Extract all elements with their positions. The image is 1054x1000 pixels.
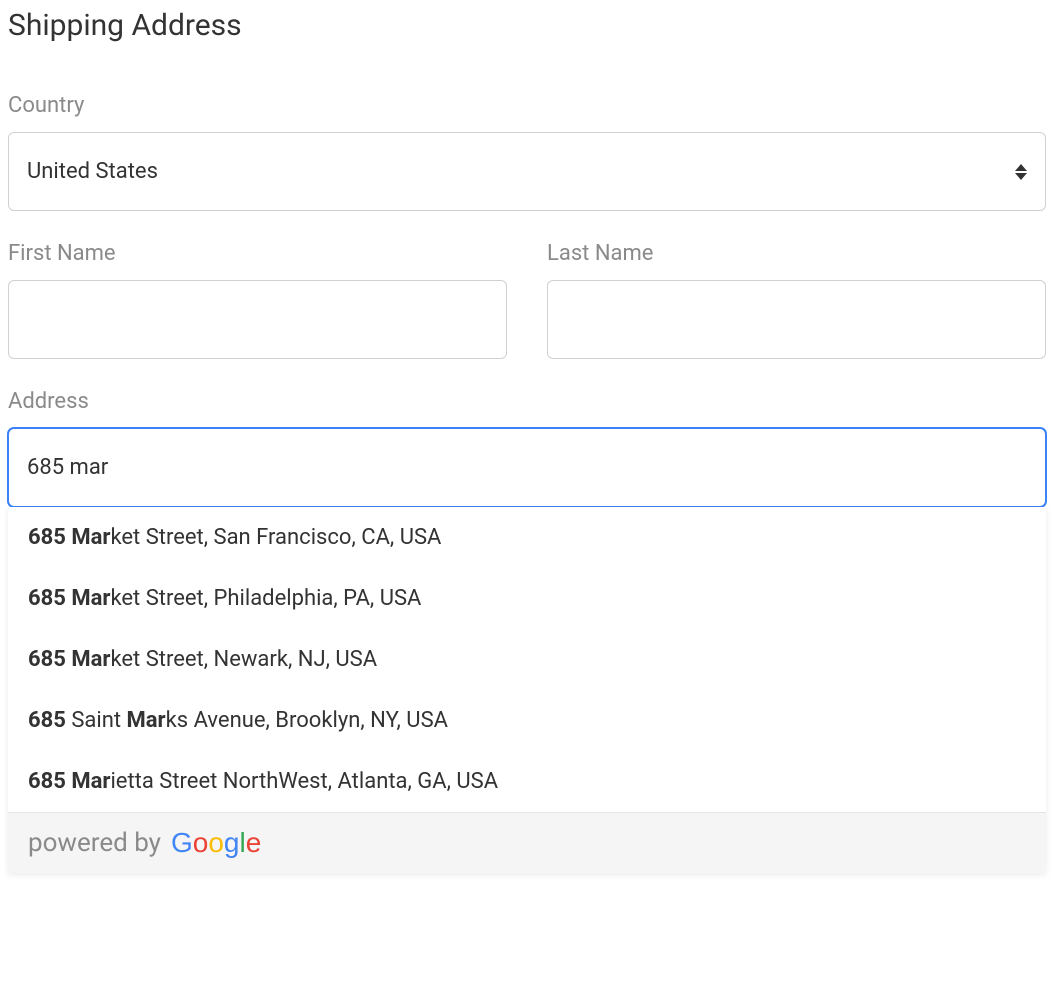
first-name-input[interactable]: [8, 280, 507, 359]
autocomplete-suggestion[interactable]: 685 Market Street, Newark, NJ, USA: [8, 629, 1046, 690]
last-name-label: Last Name: [547, 241, 1046, 266]
first-name-field: First Name: [8, 241, 507, 359]
country-label: Country: [8, 93, 1046, 118]
section-title: Shipping Address: [8, 8, 1046, 43]
address-field: Address 685 Market Street, San Francisco…: [8, 389, 1046, 507]
first-name-label: First Name: [8, 241, 507, 266]
address-label: Address: [8, 389, 1046, 414]
country-field: Country United States: [8, 93, 1046, 211]
select-sort-icon: [1015, 162, 1027, 182]
powered-by-attribution: powered by Google: [8, 812, 1046, 873]
address-autocomplete-dropdown: 685 Market Street, San Francisco, CA, US…: [8, 507, 1046, 873]
address-input[interactable]: [8, 428, 1046, 507]
last-name-input[interactable]: [547, 280, 1046, 359]
country-value: United States: [27, 159, 158, 184]
last-name-field: Last Name: [547, 241, 1046, 359]
autocomplete-suggestion[interactable]: 685 Marietta Street NorthWest, Atlanta, …: [8, 751, 1046, 812]
autocomplete-suggestion[interactable]: 685 Market Street, Philadelphia, PA, USA: [8, 568, 1046, 629]
google-logo: Google: [171, 827, 261, 859]
autocomplete-suggestion[interactable]: 685 Saint Marks Avenue, Brooklyn, NY, US…: [8, 690, 1046, 751]
autocomplete-suggestion[interactable]: 685 Market Street, San Francisco, CA, US…: [8, 507, 1046, 568]
country-select[interactable]: United States: [8, 132, 1046, 211]
powered-by-text: powered by: [28, 828, 161, 858]
